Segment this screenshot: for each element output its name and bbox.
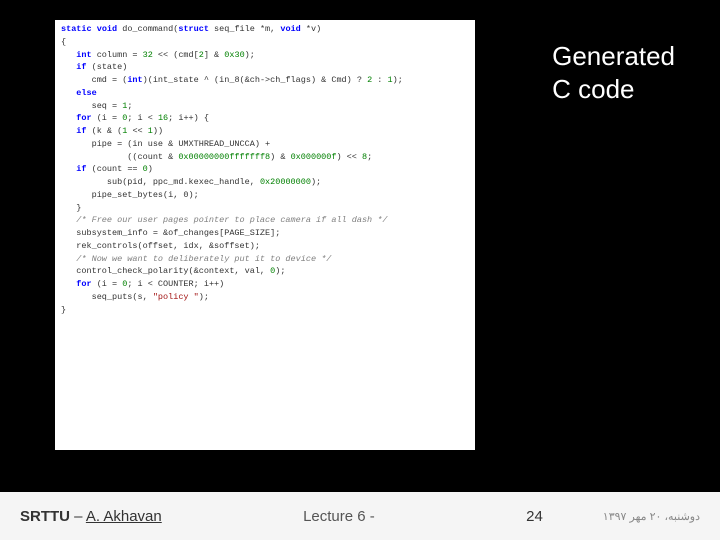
footer-lecture: Lecture 6 - <box>162 508 516 525</box>
footer-author: SRTTU – A. Akhavan <box>20 508 162 525</box>
slide-footer: SRTTU – A. Akhavan Lecture 6 - 24 دوشنبه… <box>0 492 720 540</box>
footer-page-number: 24 <box>526 508 543 525</box>
annotation-text: Generated C code <box>552 40 675 105</box>
code-block: static void do_command(struct seq_file *… <box>55 20 475 450</box>
footer-date: دوشنبه، ۲۰ مهر ۱۳۹۷ <box>603 510 700 523</box>
